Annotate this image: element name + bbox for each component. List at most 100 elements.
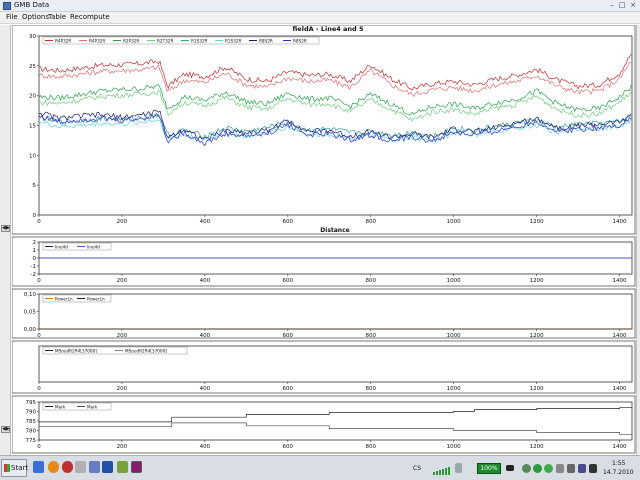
legend: line4d line4d	[42, 242, 112, 251]
x-tick-label: 800	[365, 333, 376, 339]
x-tick-label: 200	[117, 444, 128, 450]
left-splitter[interactable]: ◀▶ ◀▶	[0, 25, 11, 455]
menu-file[interactable]: File	[6, 13, 18, 21]
app-blue-icon[interactable]	[89, 461, 100, 473]
window-title: GMB Data	[14, 1, 50, 9]
y-tick-label: 10	[29, 153, 36, 159]
y-tick-label: 1	[33, 248, 37, 254]
legend-label: MSoudR2R4[37000]	[55, 349, 97, 354]
app-gray-icon[interactable]	[75, 461, 86, 473]
x-tick-label: 800	[365, 278, 376, 284]
windows-logo-icon	[4, 464, 10, 472]
legend-label: line4d	[87, 245, 100, 250]
y-tick-label: 25	[29, 64, 36, 70]
legend: Mark Mark	[42, 402, 112, 411]
app-icon	[3, 2, 11, 10]
language-indicator[interactable]: CS	[413, 465, 421, 472]
tray-icon-5[interactable]	[567, 464, 575, 473]
y-tick-label: 775	[26, 438, 37, 444]
y-tick-label: 20	[29, 94, 36, 100]
x-tick-label: 400	[200, 444, 211, 450]
x-tick-label: 600	[283, 278, 294, 284]
y-tick-label: 15	[29, 124, 36, 130]
y-tick-label: 790	[26, 410, 37, 416]
tray-icon-4[interactable]	[556, 464, 564, 473]
x-tick-label: 1200	[530, 219, 544, 225]
x-tick-label: 0	[37, 219, 41, 225]
y-tick-label: 5	[33, 183, 37, 189]
signal-bar-icon	[433, 472, 435, 475]
legend-label: R8S2R	[259, 39, 273, 44]
plot-area	[38, 401, 633, 441]
x-tick-label: 200	[117, 386, 128, 392]
y-tick-label: 2	[33, 240, 37, 246]
menu-recompute[interactable]: Recompute	[70, 13, 110, 21]
legend-label: R2P32R	[123, 39, 139, 44]
x-tick-label: 800	[365, 386, 376, 392]
close-icon[interactable]: ×	[628, 1, 638, 10]
y-tick-label: 0,10	[24, 292, 37, 298]
x-tick-label: 0	[37, 278, 41, 284]
msound-chart-panel: 0 200 400 600 800 1000 1200 1400 MSoudR2R4[37000…	[12, 340, 636, 394]
legend-label: MSoudR2R4[37000]	[125, 349, 167, 354]
y-tick-label: 0,05	[24, 310, 37, 316]
firefox-icon[interactable]	[48, 461, 59, 473]
volume-icon[interactable]	[589, 464, 597, 473]
y-tick-label: 785	[26, 419, 37, 425]
x-tick-label: 600	[283, 333, 294, 339]
mark-chart-panel: 0 200 400 600 800 1000 1200 1400 775 780 785 790 795…	[12, 395, 636, 454]
tray-icon-3[interactable]	[544, 464, 553, 473]
matlab-icon[interactable]	[102, 461, 113, 473]
splitter-arrows-icon[interactable]: ◀▶	[1, 426, 10, 433]
network-icon[interactable]	[455, 463, 462, 473]
legend-label: R1S32R	[191, 39, 208, 44]
x-tick-label: 0	[37, 333, 41, 339]
power-plug-icon[interactable]	[506, 465, 514, 471]
menu-bar: File Options Table Recompute	[0, 12, 640, 24]
browser-icon[interactable]	[33, 461, 44, 473]
main-chart-panel: fieldA - Line4 and 5 0 200 400 600 800 1000 12…	[12, 25, 636, 235]
x-tick-label: 1200	[530, 278, 544, 284]
x-tick-label: 1400	[613, 444, 627, 450]
x-tick-label: 600	[283, 386, 294, 392]
tray-icon-6[interactable]	[578, 464, 586, 473]
clock-time[interactable]: 1:55	[612, 460, 625, 467]
offset-chart-panel: 0 200 400 600 800 1000 1200 1400-2-1012line4d li…	[12, 236, 636, 287]
legend: R4P32R R4P32R R2P32R R2T32R R1S32R R1S32R R8S2…	[42, 36, 320, 45]
legend: PowerLn PowerLn	[42, 294, 112, 303]
battery-indicator[interactable]: 100%	[477, 463, 501, 474]
tray-icon-2[interactable]	[533, 464, 542, 473]
tray-icon-1[interactable]	[522, 464, 531, 473]
signal-bar-icon	[445, 468, 447, 475]
legend-label: PowerLn	[87, 297, 105, 302]
y-tick-label: -1	[31, 264, 36, 270]
x-tick-label: 1000	[447, 278, 461, 284]
x-tick-label: 200	[117, 219, 128, 225]
clock-date[interactable]: 14.7.2010	[603, 469, 634, 476]
menu-options[interactable]: Options	[22, 13, 49, 21]
x-tick-label: 800	[365, 444, 376, 450]
legend-label: R4P32R	[89, 39, 105, 44]
x-tick-label: 400	[200, 386, 211, 392]
legend-label: Mark	[55, 405, 66, 410]
gmb-data-task-icon[interactable]	[131, 461, 142, 473]
minimize-icon[interactable]: –	[607, 1, 617, 10]
x-tick-label: 1000	[447, 333, 461, 339]
x-tick-label: 1000	[447, 386, 461, 392]
start-button[interactable]: Start	[1, 459, 28, 477]
right-splitter[interactable]	[636, 25, 640, 455]
y-tick-label: -2	[31, 272, 36, 278]
x-tick-label: 400	[200, 278, 211, 284]
x-tick-label: 1400	[613, 333, 627, 339]
app-red-icon[interactable]	[62, 461, 73, 473]
splitter-arrows-icon[interactable]: ◀▶	[1, 225, 10, 232]
signal-bar-icon	[436, 471, 438, 475]
app-green-icon[interactable]	[117, 461, 128, 473]
x-axis-label: Distance	[320, 227, 349, 234]
legend-label: R8S2R	[293, 39, 307, 44]
x-tick-label: 400	[200, 333, 211, 339]
plots-area: fieldA - Line4 and 5 0 200 400 600 800 1000 12…	[12, 25, 636, 454]
power-chart-panel: 0 200 400 600 800 1000 1200 1400 0,00 0,05 0,10 Pow…	[12, 288, 636, 339]
maximize-icon[interactable]: □	[617, 1, 627, 10]
menu-table[interactable]: Table	[48, 13, 66, 21]
